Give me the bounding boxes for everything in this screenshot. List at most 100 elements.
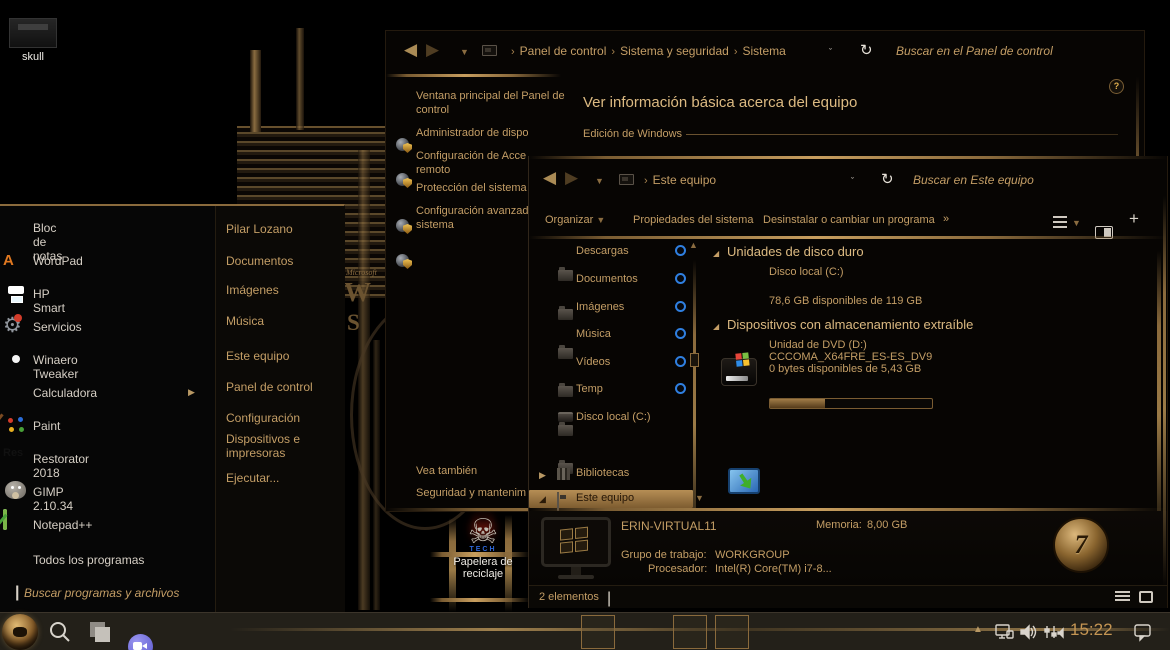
sidebar-item-documents[interactable]: Documentos [576,273,638,285]
group-collapse-icon[interactable]: ◢ [713,249,719,258]
libraries-icon [557,468,570,480]
folder-icon [558,386,573,397]
scrollbar-thumb[interactable] [690,353,699,367]
see-also-header: Vea también [416,465,477,477]
start-item-devices-printers[interactable]: Dispositivos e impresoras [226,432,300,460]
dvd-drive-icon [728,468,760,494]
group-collapse-icon[interactable]: ◢ [713,322,719,331]
clock[interactable]: 15:22 [1070,620,1113,640]
dvd-name[interactable]: Unidad de DVD (D:) [769,339,867,351]
details-view-toggle[interactable] [1115,591,1130,603]
collapse-arrow-icon[interactable]: ◢ [539,494,546,505]
start-item-services[interactable]: ⚙Servicios [3,313,22,339]
start-menu: Bloc de notas WordPad HP Smart ⚙Servicio… [0,204,345,612]
pin-icon[interactable] [675,301,686,312]
start-item-settings[interactable]: Configuración [226,411,300,425]
change-view-button[interactable] [1053,216,1067,228]
content-scrollbar[interactable] [1157,251,1161,551]
page-title: Ver información básica acerca del equipo [583,94,857,111]
dvd-free-space: 0 bytes disponibles de 5,43 GB [769,363,921,375]
expand-arrow-icon[interactable]: ▶ [539,470,546,481]
desktop-icon-recycle-bin[interactable]: ☠ TECH Papelera de reciclaje [444,514,522,580]
pin-icon[interactable] [675,356,686,367]
tree-dropdown-chevron[interactable]: ▼ [695,493,704,503]
address-dropdown-chevron[interactable]: ˇ [829,47,832,57]
recent-pages-chevron[interactable]: ▼ [460,47,469,57]
show-hidden-icons-chevron[interactable]: ▲ [973,624,983,635]
search-placeholder: Buscar programas y archivos [24,586,179,600]
sidebar-item-downloads[interactable]: Descargas [576,245,629,257]
desktop-icon-skull[interactable]: skull [0,18,66,63]
start-item-pictures[interactable]: Imágenes [226,283,279,297]
wallpaper-grid-bar [430,598,530,602]
sidebar-item-temp[interactable]: Temp [576,383,603,395]
sidebar-item-local-disk[interactable]: Disco local (C:) [576,411,651,423]
refresh-icon[interactable]: ↻ [860,41,873,59]
breadcrumb-item[interactable]: Sistema y seguridad [620,44,729,58]
back-button[interactable]: ◀ [404,40,417,60]
explorer-window: ◀ ▶ ▼ ›Este equipo ˇ ↻ Buscar en Este eq… [528,156,1168,608]
sidebar-item-system-protection[interactable]: Protección del sistema [416,182,527,194]
uninstall-program-button[interactable]: Desinstalar o cambiar un programa [763,214,935,226]
active-app-frame [715,615,749,649]
display-tray-icon[interactable] [994,622,1016,642]
back-button[interactable]: ◀ [543,168,556,188]
sidebar-item-this-pc-selected[interactable]: ◢ Este equipo [529,490,693,508]
sidebar-item-music[interactable]: Música [576,328,611,340]
volume-tray-icon[interactable] [1018,622,1040,642]
breadcrumb-item[interactable]: Panel de control [520,44,607,58]
group-header-removable[interactable]: Dispositivos con almacenamiento extraíbl… [727,317,973,332]
sidebar-item-pictures[interactable]: Imágenes [576,301,624,313]
start-item-notepadpp[interactable]: Notepad++ [3,511,7,529]
sidebar-item-libraries[interactable]: Bibliotecas [576,467,629,479]
window-right-border [1163,196,1166,586]
search-icon[interactable] [48,620,72,644]
search-input[interactable]: Buscar en el Panel de control [896,44,1053,58]
forward-button[interactable]: ▶ [426,40,439,60]
start-item-control-panel[interactable]: Panel de control [226,380,313,394]
wallpaper-brand-text: Microsoft [346,268,377,277]
address-dropdown-chevron[interactable]: ˇ [851,176,854,186]
forward-button[interactable]: ▶ [565,168,578,188]
start-item-user[interactable]: Pilar Lozano [226,222,293,236]
sidebar-item-videos[interactable]: Vídeos [576,356,610,368]
breadcrumb-item[interactable]: Este equipo [653,173,716,187]
system-properties-button[interactable]: Propiedades del sistema [633,214,753,226]
group-header-hard-drives[interactable]: Unidades de disco duro [727,244,864,259]
thumbnail-view-toggle[interactable] [1139,591,1153,603]
help-button[interactable]: ? [1109,79,1124,94]
help-button[interactable]: + [1129,209,1139,229]
chat-icon[interactable] [128,634,153,650]
start-item-music[interactable]: Música [226,314,264,328]
all-programs-button[interactable]: Todos los programas [33,553,144,567]
pin-icon[interactable] [675,383,686,394]
scroll-up-arrow[interactable]: ▲ [689,240,698,250]
pin-icon[interactable] [675,328,686,339]
drive-name[interactable]: Disco local (C:) [769,266,844,278]
organize-button[interactable]: Organizar ▼ [545,214,605,226]
sidebar-item-device-manager[interactable]: Administrador de dispo [416,127,529,139]
toolbar-overflow-chevron[interactable]: » [943,213,949,225]
start-menu-right-panel: Pilar Lozano Documentos Imágenes Música … [215,206,345,614]
breadcrumb-item[interactable]: Sistema [742,44,785,58]
view-dropdown-chevron[interactable]: ▼ [1072,218,1081,228]
start-button[interactable] [2,614,38,650]
start-item-run[interactable]: Ejecutar... [226,471,279,485]
sidebar-item-security-maintenance[interactable]: Seguridad y mantenim [416,487,526,499]
dvd-volume-label: CCCOMA_X64FRE_ES-ES_DV9 [769,351,932,363]
pin-icon[interactable] [675,273,686,284]
workgroup-label: Grupo de trabajo: [621,549,707,561]
sidebar-item-home[interactable]: Ventana principal del Panel de control [416,89,586,117]
task-view-icon[interactable] [90,622,105,637]
skull-image [9,18,57,48]
search-input[interactable]: Buscar en Este equipo [913,173,1034,187]
mixer-tray-icon[interactable] [1042,622,1066,642]
start-search-input[interactable]: | Buscar programas y archivos [15,584,179,602]
folder-icon [558,425,573,436]
recent-pages-chevron[interactable]: ▼ [595,176,604,186]
refresh-icon[interactable]: ↻ [881,170,894,188]
notification-tray-icon[interactable] [1132,622,1154,642]
pin-icon[interactable] [675,245,686,256]
start-item-this-pc[interactable]: Este equipo [226,349,289,363]
start-item-documents[interactable]: Documentos [226,254,293,268]
